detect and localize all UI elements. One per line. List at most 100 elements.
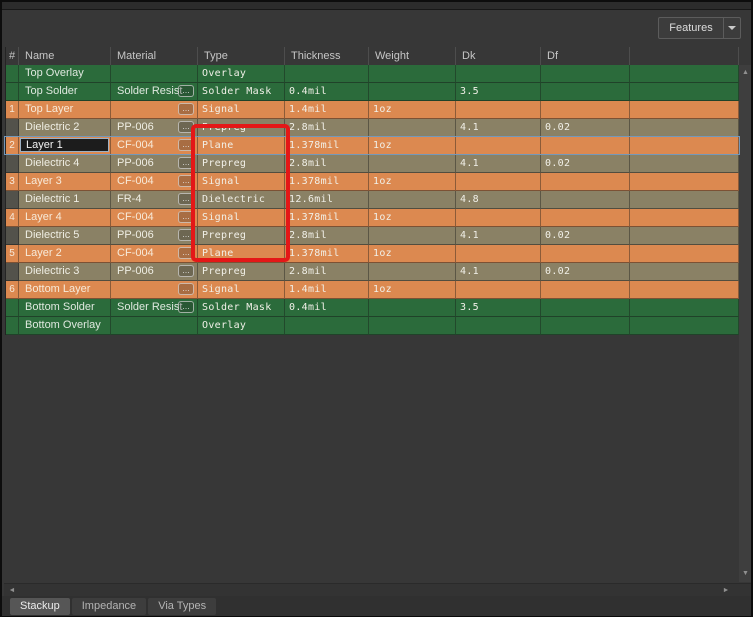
table-row[interactable]: 5 Layer 2 CF-004… Plane 1.378mil 1oz	[6, 245, 739, 263]
cell-weight[interactable]: 1oz	[369, 209, 456, 227]
cell-df[interactable]	[541, 245, 630, 263]
cell-dk[interactable]: 4.1	[456, 119, 541, 137]
cell-dk[interactable]: 4.1	[456, 263, 541, 281]
cell-df[interactable]: 0.02	[541, 227, 630, 245]
cell-type[interactable]: Signal	[198, 173, 285, 191]
scroll-up-icon[interactable]: ▲	[739, 67, 752, 79]
tab-stackup[interactable]: Stackup	[10, 598, 70, 615]
cell-weight[interactable]: 1oz	[369, 101, 456, 119]
cell-index[interactable]: 3	[6, 173, 19, 191]
cell-df[interactable]: 0.02	[541, 155, 630, 173]
cell-df[interactable]: 0.02	[541, 119, 630, 137]
cell-type[interactable]: Solder Mask	[198, 83, 285, 101]
table-row[interactable]: 3 Layer 3 CF-004… Signal 1.378mil 1oz	[6, 173, 739, 191]
cell-dk[interactable]	[456, 101, 541, 119]
material-ellipsis-button[interactable]: …	[178, 283, 194, 295]
cell-thickness[interactable]: 0.4mil	[285, 299, 369, 317]
cell-dk[interactable]	[456, 65, 541, 83]
cell-material[interactable]	[111, 65, 198, 83]
cell-dk[interactable]	[456, 209, 541, 227]
cell-name[interactable]: Bottom Solder	[19, 299, 111, 317]
cell-thickness[interactable]: 2.8mil	[285, 119, 369, 137]
cell-material[interactable]: Solder Resist…	[111, 299, 198, 317]
cell-df[interactable]	[541, 299, 630, 317]
cell-type[interactable]: Signal	[198, 101, 285, 119]
cell-name[interactable]: Dielectric 1	[19, 191, 111, 209]
cell-material[interactable]: CF-004…	[111, 137, 198, 155]
table-row[interactable]: 4 Layer 4 CF-004… Signal 1.378mil 1oz	[6, 209, 739, 227]
cell-df[interactable]	[541, 281, 630, 299]
cell-weight[interactable]	[369, 119, 456, 137]
cell-weight[interactable]	[369, 227, 456, 245]
cell-weight[interactable]	[369, 65, 456, 83]
cell-index[interactable]: 5	[6, 245, 19, 263]
table-row[interactable]: 1 Top Layer … Signal 1.4mil 1oz	[6, 101, 739, 119]
cell-df[interactable]	[541, 191, 630, 209]
cell-dk[interactable]	[456, 245, 541, 263]
cell-material[interactable]: PP-006…	[111, 263, 198, 281]
cell-material[interactable]: CF-004…	[111, 245, 198, 263]
cell-type[interactable]: Solder Mask	[198, 299, 285, 317]
cell-thickness[interactable]: 2.8mil	[285, 263, 369, 281]
cell-thickness[interactable]: 1.378mil	[285, 173, 369, 191]
cell-dk[interactable]: 4.1	[456, 227, 541, 245]
cell-weight[interactable]	[369, 155, 456, 173]
cell-index[interactable]	[6, 263, 19, 281]
cell-type[interactable]: Prepreg	[198, 227, 285, 245]
cell-weight[interactable]: 1oz	[369, 245, 456, 263]
cell-thickness[interactable]: 1.4mil	[285, 101, 369, 119]
cell-index[interactable]: 6	[6, 281, 19, 299]
cell-type[interactable]: Plane	[198, 245, 285, 263]
cell-thickness[interactable]: 1.378mil	[285, 209, 369, 227]
cell-dk[interactable]: 3.5	[456, 299, 541, 317]
horizontal-scrollbar[interactable]: ◄ ►	[4, 583, 752, 596]
cell-thickness[interactable]: 2.8mil	[285, 227, 369, 245]
cell-material[interactable]	[111, 317, 198, 335]
table-row[interactable]: Dielectric 1 FR-4… Dielectric 12.6mil 4.…	[6, 191, 739, 209]
cell-type[interactable]: Plane	[198, 137, 285, 155]
cell-df[interactable]	[541, 137, 630, 155]
cell-df[interactable]	[541, 173, 630, 191]
cell-df[interactable]	[541, 65, 630, 83]
cell-type[interactable]: Dielectric	[198, 191, 285, 209]
material-ellipsis-button[interactable]: …	[178, 175, 194, 187]
cell-index[interactable]	[6, 191, 19, 209]
table-row[interactable]: 2 Layer 1 CF-004… Plane 1.378mil 1oz	[6, 137, 739, 155]
cell-name[interactable]: Layer 2	[19, 245, 111, 263]
table-row[interactable]: Dielectric 3 PP-006… Prepreg 2.8mil 4.1 …	[6, 263, 739, 281]
cell-thickness[interactable]: 12.6mil	[285, 191, 369, 209]
cell-material[interactable]: CF-004…	[111, 209, 198, 227]
cell-index[interactable]	[6, 227, 19, 245]
material-ellipsis-button[interactable]: …	[178, 247, 194, 259]
cell-name[interactable]: Layer 1	[19, 137, 111, 155]
cell-df[interactable]	[541, 83, 630, 101]
cell-weight[interactable]	[369, 299, 456, 317]
cell-df[interactable]: 0.02	[541, 263, 630, 281]
cell-material[interactable]: …	[111, 101, 198, 119]
table-row[interactable]: Bottom Solder Solder Resist… Solder Mask…	[6, 299, 739, 317]
cell-thickness[interactable]: 1.4mil	[285, 281, 369, 299]
cell-index[interactable]	[6, 83, 19, 101]
cell-type[interactable]: Overlay	[198, 65, 285, 83]
table-row[interactable]: Dielectric 5 PP-006… Prepreg 2.8mil 4.1 …	[6, 227, 739, 245]
cell-material[interactable]: PP-006…	[111, 155, 198, 173]
cell-weight[interactable]	[369, 191, 456, 209]
cell-name[interactable]: Bottom Overlay	[19, 317, 111, 335]
material-ellipsis-button[interactable]: …	[178, 229, 194, 241]
cell-df[interactable]	[541, 101, 630, 119]
cell-thickness[interactable]: 2.8mil	[285, 155, 369, 173]
cell-material[interactable]: CF-004…	[111, 173, 198, 191]
cell-weight[interactable]	[369, 317, 456, 335]
material-ellipsis-button[interactable]: …	[178, 103, 194, 115]
cell-weight[interactable]	[369, 263, 456, 281]
cell-name[interactable]: Dielectric 5	[19, 227, 111, 245]
material-ellipsis-button[interactable]: …	[178, 121, 194, 133]
cell-name[interactable]: Layer 3	[19, 173, 111, 191]
table-row[interactable]: Top Overlay Overlay	[6, 65, 739, 83]
cell-material[interactable]: FR-4…	[111, 191, 198, 209]
cell-thickness[interactable]	[285, 65, 369, 83]
cell-name[interactable]: Layer 4	[19, 209, 111, 227]
cell-df[interactable]	[541, 317, 630, 335]
cell-weight[interactable]: 1oz	[369, 137, 456, 155]
material-ellipsis-button[interactable]: …	[178, 157, 194, 169]
